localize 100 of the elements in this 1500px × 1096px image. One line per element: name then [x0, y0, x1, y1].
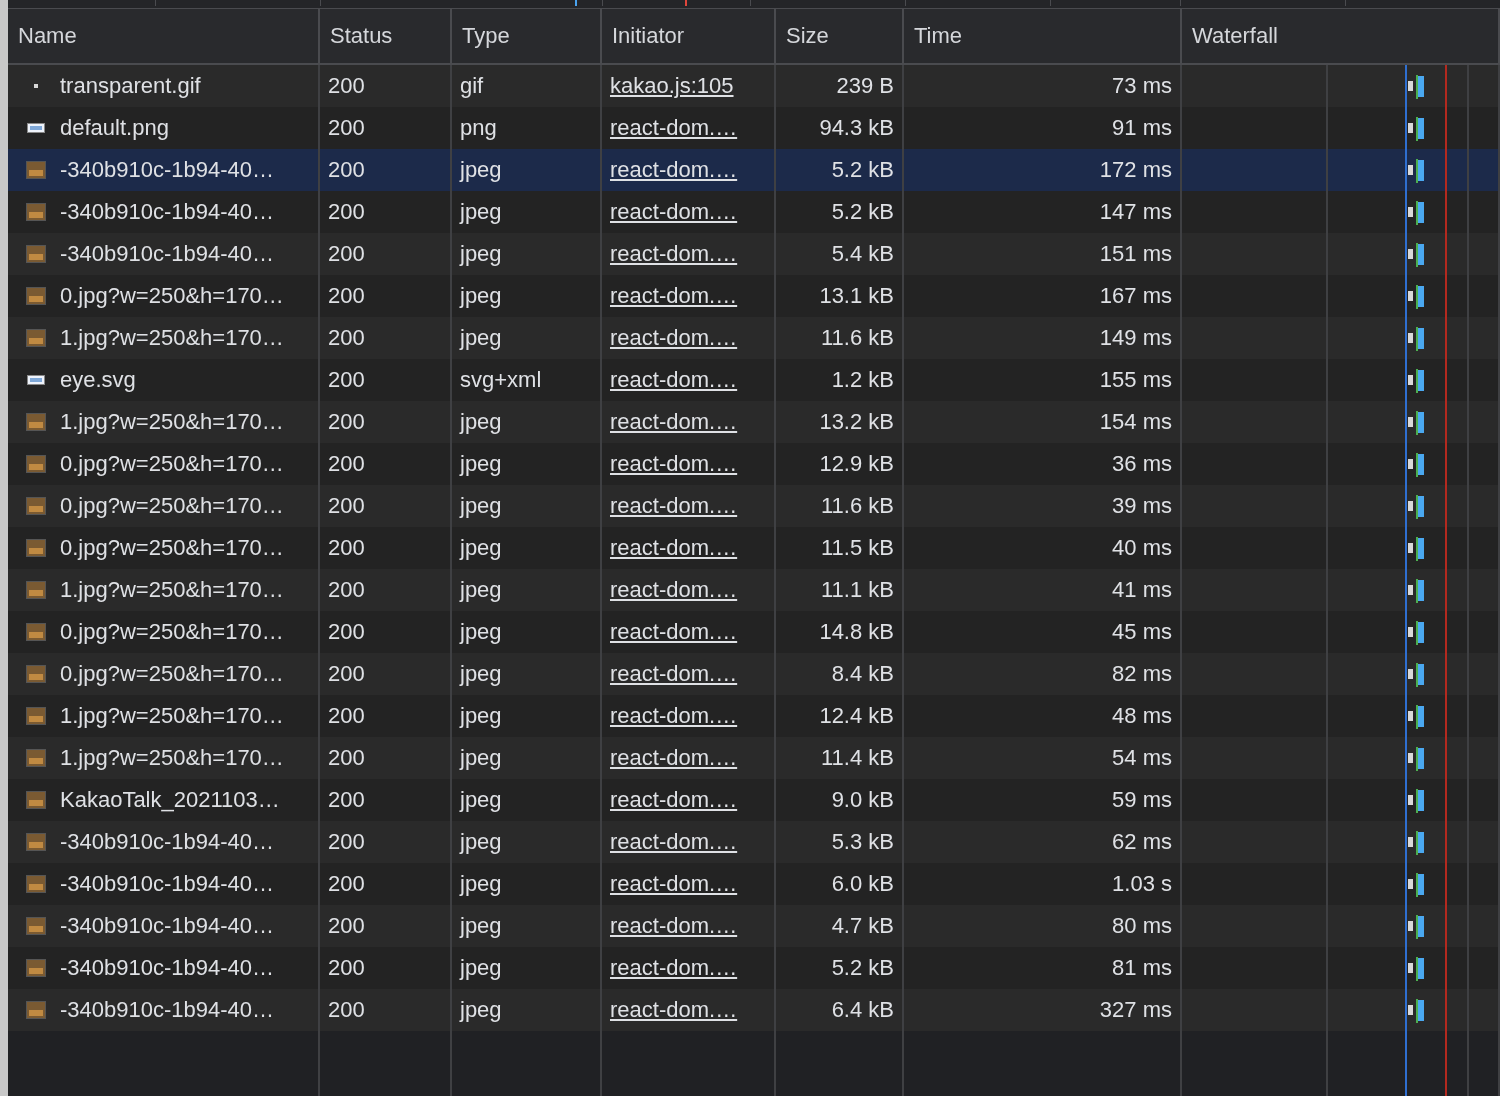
photo-thumbnail-icon [26, 581, 46, 599]
timing-bar-drawing [1408, 703, 1424, 729]
initiator-link[interactable]: react-dom.… [610, 619, 738, 645]
timing-bar-drawing [1408, 829, 1424, 855]
initiator-link[interactable]: react-dom.… [610, 115, 738, 141]
timing-bar-drawing [1408, 787, 1424, 813]
initiator-link[interactable]: react-dom.… [610, 367, 738, 393]
photo-thumbnail-icon [26, 791, 46, 809]
request-name: default.png [60, 115, 169, 141]
request-name: -340b910c-1b94-40… [60, 157, 275, 183]
initiator-link[interactable]: react-dom.… [610, 451, 738, 477]
resource-type: jpeg [452, 989, 602, 1031]
timing-bar-drawing [1408, 325, 1424, 351]
request-name: 1.jpg?w=250&h=170… [60, 745, 284, 771]
time-value: 327 ms [904, 989, 1182, 1031]
request-name: -340b910c-1b94-40… [60, 997, 275, 1023]
initiator-link[interactable]: react-dom.… [610, 283, 738, 309]
initiator-link[interactable]: react-dom.… [610, 745, 738, 771]
column-header[interactable]: Waterfall [1182, 9, 1500, 63]
initiator-link[interactable]: react-dom.… [610, 577, 738, 603]
photo-thumbnail-icon [26, 665, 46, 683]
initiator-link[interactable]: kakao.js:105 [610, 73, 734, 99]
timing-bar-drawing [1408, 283, 1424, 309]
timing-bar-drawing [1408, 367, 1424, 393]
initiator-link[interactable]: react-dom.… [610, 241, 738, 267]
timing-bar-drawing [1408, 115, 1424, 141]
initiator-link[interactable]: react-dom.… [610, 829, 738, 855]
timing-bar-drawing [1408, 745, 1424, 771]
photo-thumbnail-icon [26, 959, 46, 977]
request-row[interactable]: 1.jpg?w=250&h=170… 200 jpeg react-dom.… 11.1 kB 41 ms [8, 569, 1500, 611]
initiator-link[interactable]: react-dom.… [610, 409, 738, 435]
request-row[interactable]: 1.jpg?w=250&h=170… 200 jpeg react-dom.… 11.4 kB 54 ms [8, 737, 1500, 779]
timing-bar-drawing [1408, 157, 1424, 183]
column-header[interactable]: Size [776, 9, 904, 63]
request-row[interactable]: 1.jpg?w=250&h=170… 200 jpeg react-dom.… 13.2 kB 154 ms [8, 401, 1500, 443]
request-name: -340b910c-1b94-40… [60, 871, 275, 897]
timing-bar-drawing [1408, 493, 1424, 519]
request-name: 1.jpg?w=250&h=170… [60, 577, 284, 603]
timing-bar-drawing [1408, 619, 1424, 645]
photo-thumbnail-icon [26, 707, 46, 725]
request-name: -340b910c-1b94-40… [60, 913, 275, 939]
timing-bar-drawing [1408, 913, 1424, 939]
request-row[interactable]: 0.jpg?w=250&h=170… 200 jpeg react-dom.… 11.6 kB 39 ms [8, 485, 1500, 527]
request-name: 0.jpg?w=250&h=170… [60, 451, 284, 477]
column-header[interactable]: Type [452, 9, 602, 63]
request-row[interactable]: 1.jpg?w=250&h=170… 200 jpeg react-dom.… 11.6 kB 149 ms [8, 317, 1500, 359]
photo-thumbnail-icon [26, 455, 46, 473]
timing-bar-drawing [1408, 535, 1424, 561]
request-name: transparent.gif [60, 73, 201, 99]
initiator-link[interactable]: react-dom.… [610, 871, 738, 897]
photo-thumbnail-icon [26, 623, 46, 641]
photo-thumbnail-icon [26, 329, 46, 347]
timing-bar-drawing [1408, 955, 1424, 981]
column-header[interactable]: Status [320, 9, 452, 63]
initiator-link[interactable]: react-dom.… [610, 661, 738, 687]
initiator-link[interactable]: react-dom.… [610, 199, 738, 225]
photo-thumbnail-icon [26, 287, 46, 305]
photo-thumbnail-icon [26, 875, 46, 893]
initiator-link[interactable]: react-dom.… [610, 913, 738, 939]
timing-bar-drawing [1408, 451, 1424, 477]
column-header[interactable]: Initiator [602, 9, 776, 63]
column-header[interactable]: Name [8, 9, 320, 63]
request-name: KakaoTalk_2021103… [60, 787, 280, 813]
request-name: eye.svg [60, 367, 136, 393]
request-name: 1.jpg?w=250&h=170… [60, 409, 284, 435]
timing-bar-drawing [1408, 409, 1424, 435]
photo-thumbnail-icon [26, 413, 46, 431]
request-row[interactable]: 0.jpg?w=250&h=170… 200 jpeg react-dom.… 8.4 kB 82 ms [8, 653, 1500, 695]
request-name: 0.jpg?w=250&h=170… [60, 283, 284, 309]
photo-thumbnail-icon [26, 1001, 46, 1019]
initiator-link[interactable]: react-dom.… [610, 157, 738, 183]
timing-bar-drawing [1408, 577, 1424, 603]
request-row[interactable]: transparent.gif 200 gif kakao.js:105 239 B 73 ms [8, 65, 1500, 107]
initiator-link[interactable]: react-dom.… [610, 955, 738, 981]
request-name: 1.jpg?w=250&h=170… [60, 325, 284, 351]
request-row[interactable]: -340b910c-1b94-40… 200 jpeg react-dom.… 4.7 kB 80 ms [8, 905, 1500, 947]
request-name: -340b910c-1b94-40… [60, 241, 275, 267]
initiator-link[interactable]: react-dom.… [610, 325, 738, 351]
initiator-link[interactable]: react-dom.… [610, 997, 738, 1023]
timing-bar-drawing [1408, 997, 1424, 1023]
request-name: 1.jpg?w=250&h=170… [60, 703, 284, 729]
photo-thumbnail-icon [26, 203, 46, 221]
initiator-link[interactable]: react-dom.… [610, 493, 738, 519]
photo-thumbnail-icon [26, 497, 46, 515]
column-header[interactable]: Time [904, 9, 1182, 63]
timing-bar-drawing [1408, 871, 1424, 897]
initiator-link[interactable]: react-dom.… [610, 535, 738, 561]
request-row[interactable]: -340b910c-1b94-40… 200 jpeg react-dom.… 6.4 kB 327 ms [8, 989, 1500, 1031]
size-value: 6.4 kB [776, 989, 904, 1031]
initiator-link[interactable]: react-dom.… [610, 787, 738, 813]
initiator-link[interactable]: react-dom.… [610, 703, 738, 729]
timing-bar-drawing [1408, 199, 1424, 225]
request-row[interactable]: -340b910c-1b94-40… 200 jpeg react-dom.… 5.4 kB 151 ms [8, 233, 1500, 275]
request-row[interactable]: -340b910c-1b94-40… 200 jpeg react-dom.… 5.3 kB 62 ms [8, 821, 1500, 863]
request-name: -340b910c-1b94-40… [60, 199, 275, 225]
photo-thumbnail-icon [26, 833, 46, 851]
status-code: 200 [320, 989, 452, 1031]
image-thumbnail-icon [27, 123, 45, 133]
image-thumbnail-icon [27, 375, 45, 385]
request-row[interactable]: -340b910c-1b94-40… 200 jpeg react-dom.… 5.2 kB 172 ms [8, 149, 1500, 191]
